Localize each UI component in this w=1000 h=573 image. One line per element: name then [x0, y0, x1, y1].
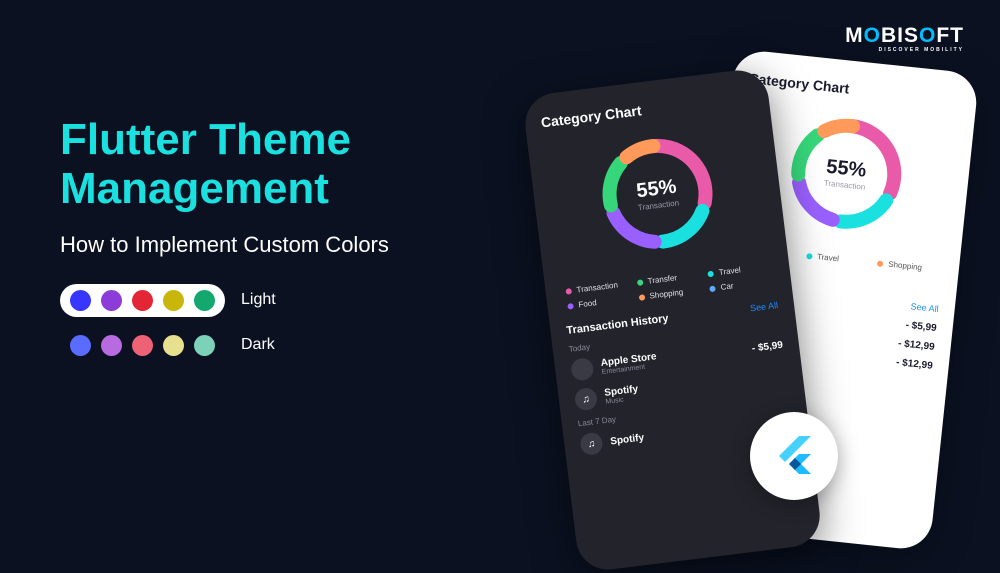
legend-label: Travel — [718, 265, 741, 277]
legend-dot — [806, 253, 813, 260]
legend-label: Shopping — [649, 288, 684, 301]
hero-content: Flutter Theme Management How to Implemen… — [60, 115, 500, 374]
legend-label: Food — [578, 298, 597, 309]
apple-icon — [570, 357, 595, 382]
color-swatch — [194, 290, 215, 311]
color-swatch — [163, 290, 184, 311]
spotify-icon: ♫ — [574, 387, 599, 412]
color-swatch — [132, 335, 153, 356]
transaction-amount: - $12,99 — [896, 357, 934, 372]
legend-item: Car — [709, 277, 767, 293]
transaction-amount: - $12,99 — [898, 338, 936, 353]
color-swatch — [101, 335, 122, 356]
dark-palette-pill — [60, 329, 225, 362]
color-swatch — [163, 335, 184, 356]
legend-item: Food — [567, 295, 625, 311]
legend-dot — [636, 279, 643, 286]
brand-logo: MOBISOFT DISCOVER MOBILITY — [845, 24, 964, 53]
legend-dot — [638, 294, 645, 301]
dark-palette-label: Dark — [241, 336, 275, 354]
palette-section: Light Dark — [60, 284, 500, 362]
color-swatch — [101, 290, 122, 311]
legend-item: Transaction — [565, 280, 623, 296]
flutter-logo-badge — [750, 412, 838, 500]
legend-dot — [567, 302, 574, 309]
legend-item: Shopping — [877, 259, 935, 274]
brand-tagline: DISCOVER MOBILITY — [845, 47, 964, 53]
hero-subtitle: How to Implement Custom Colors — [60, 232, 500, 258]
see-all-light[interactable]: See All — [910, 301, 939, 314]
transaction-amount: - $5,99 — [905, 320, 937, 334]
legend-dot — [877, 260, 884, 267]
legend-label: Travel — [817, 252, 840, 263]
flutter-icon — [769, 431, 819, 481]
legend-dot — [709, 285, 716, 292]
legend-item: Transfer — [636, 271, 694, 287]
color-swatch — [70, 335, 91, 356]
hero-title: Flutter Theme Management — [60, 115, 500, 214]
phone-mockups: Category Chart 55% Transaction TransferT… — [550, 60, 980, 520]
legend-item: Travel — [707, 262, 765, 278]
legend-item: Shopping — [638, 286, 696, 302]
legend-label: Shopping — [888, 260, 923, 272]
see-all-dark[interactable]: See All — [750, 300, 779, 313]
legend-item: Travel — [806, 251, 864, 266]
transaction-name: Spotify — [610, 432, 645, 447]
light-palette-row: Light — [60, 284, 500, 317]
light-palette-label: Light — [241, 291, 276, 309]
color-swatch — [70, 290, 91, 311]
legend-label: Transaction — [576, 280, 618, 294]
dark-palette-row: Dark — [60, 329, 500, 362]
legend-label: Car — [720, 281, 734, 292]
legend-label: Transfer — [647, 273, 677, 286]
color-swatch — [132, 290, 153, 311]
transaction-amount: - $5,99 — [751, 339, 783, 354]
donut-chart-dark: 55% Transaction — [543, 116, 770, 271]
legend-dot — [565, 288, 572, 295]
legend-dot — [708, 270, 715, 277]
spotify-icon: ♫ — [579, 432, 604, 457]
color-swatch — [194, 335, 215, 356]
light-palette-pill — [60, 284, 225, 317]
